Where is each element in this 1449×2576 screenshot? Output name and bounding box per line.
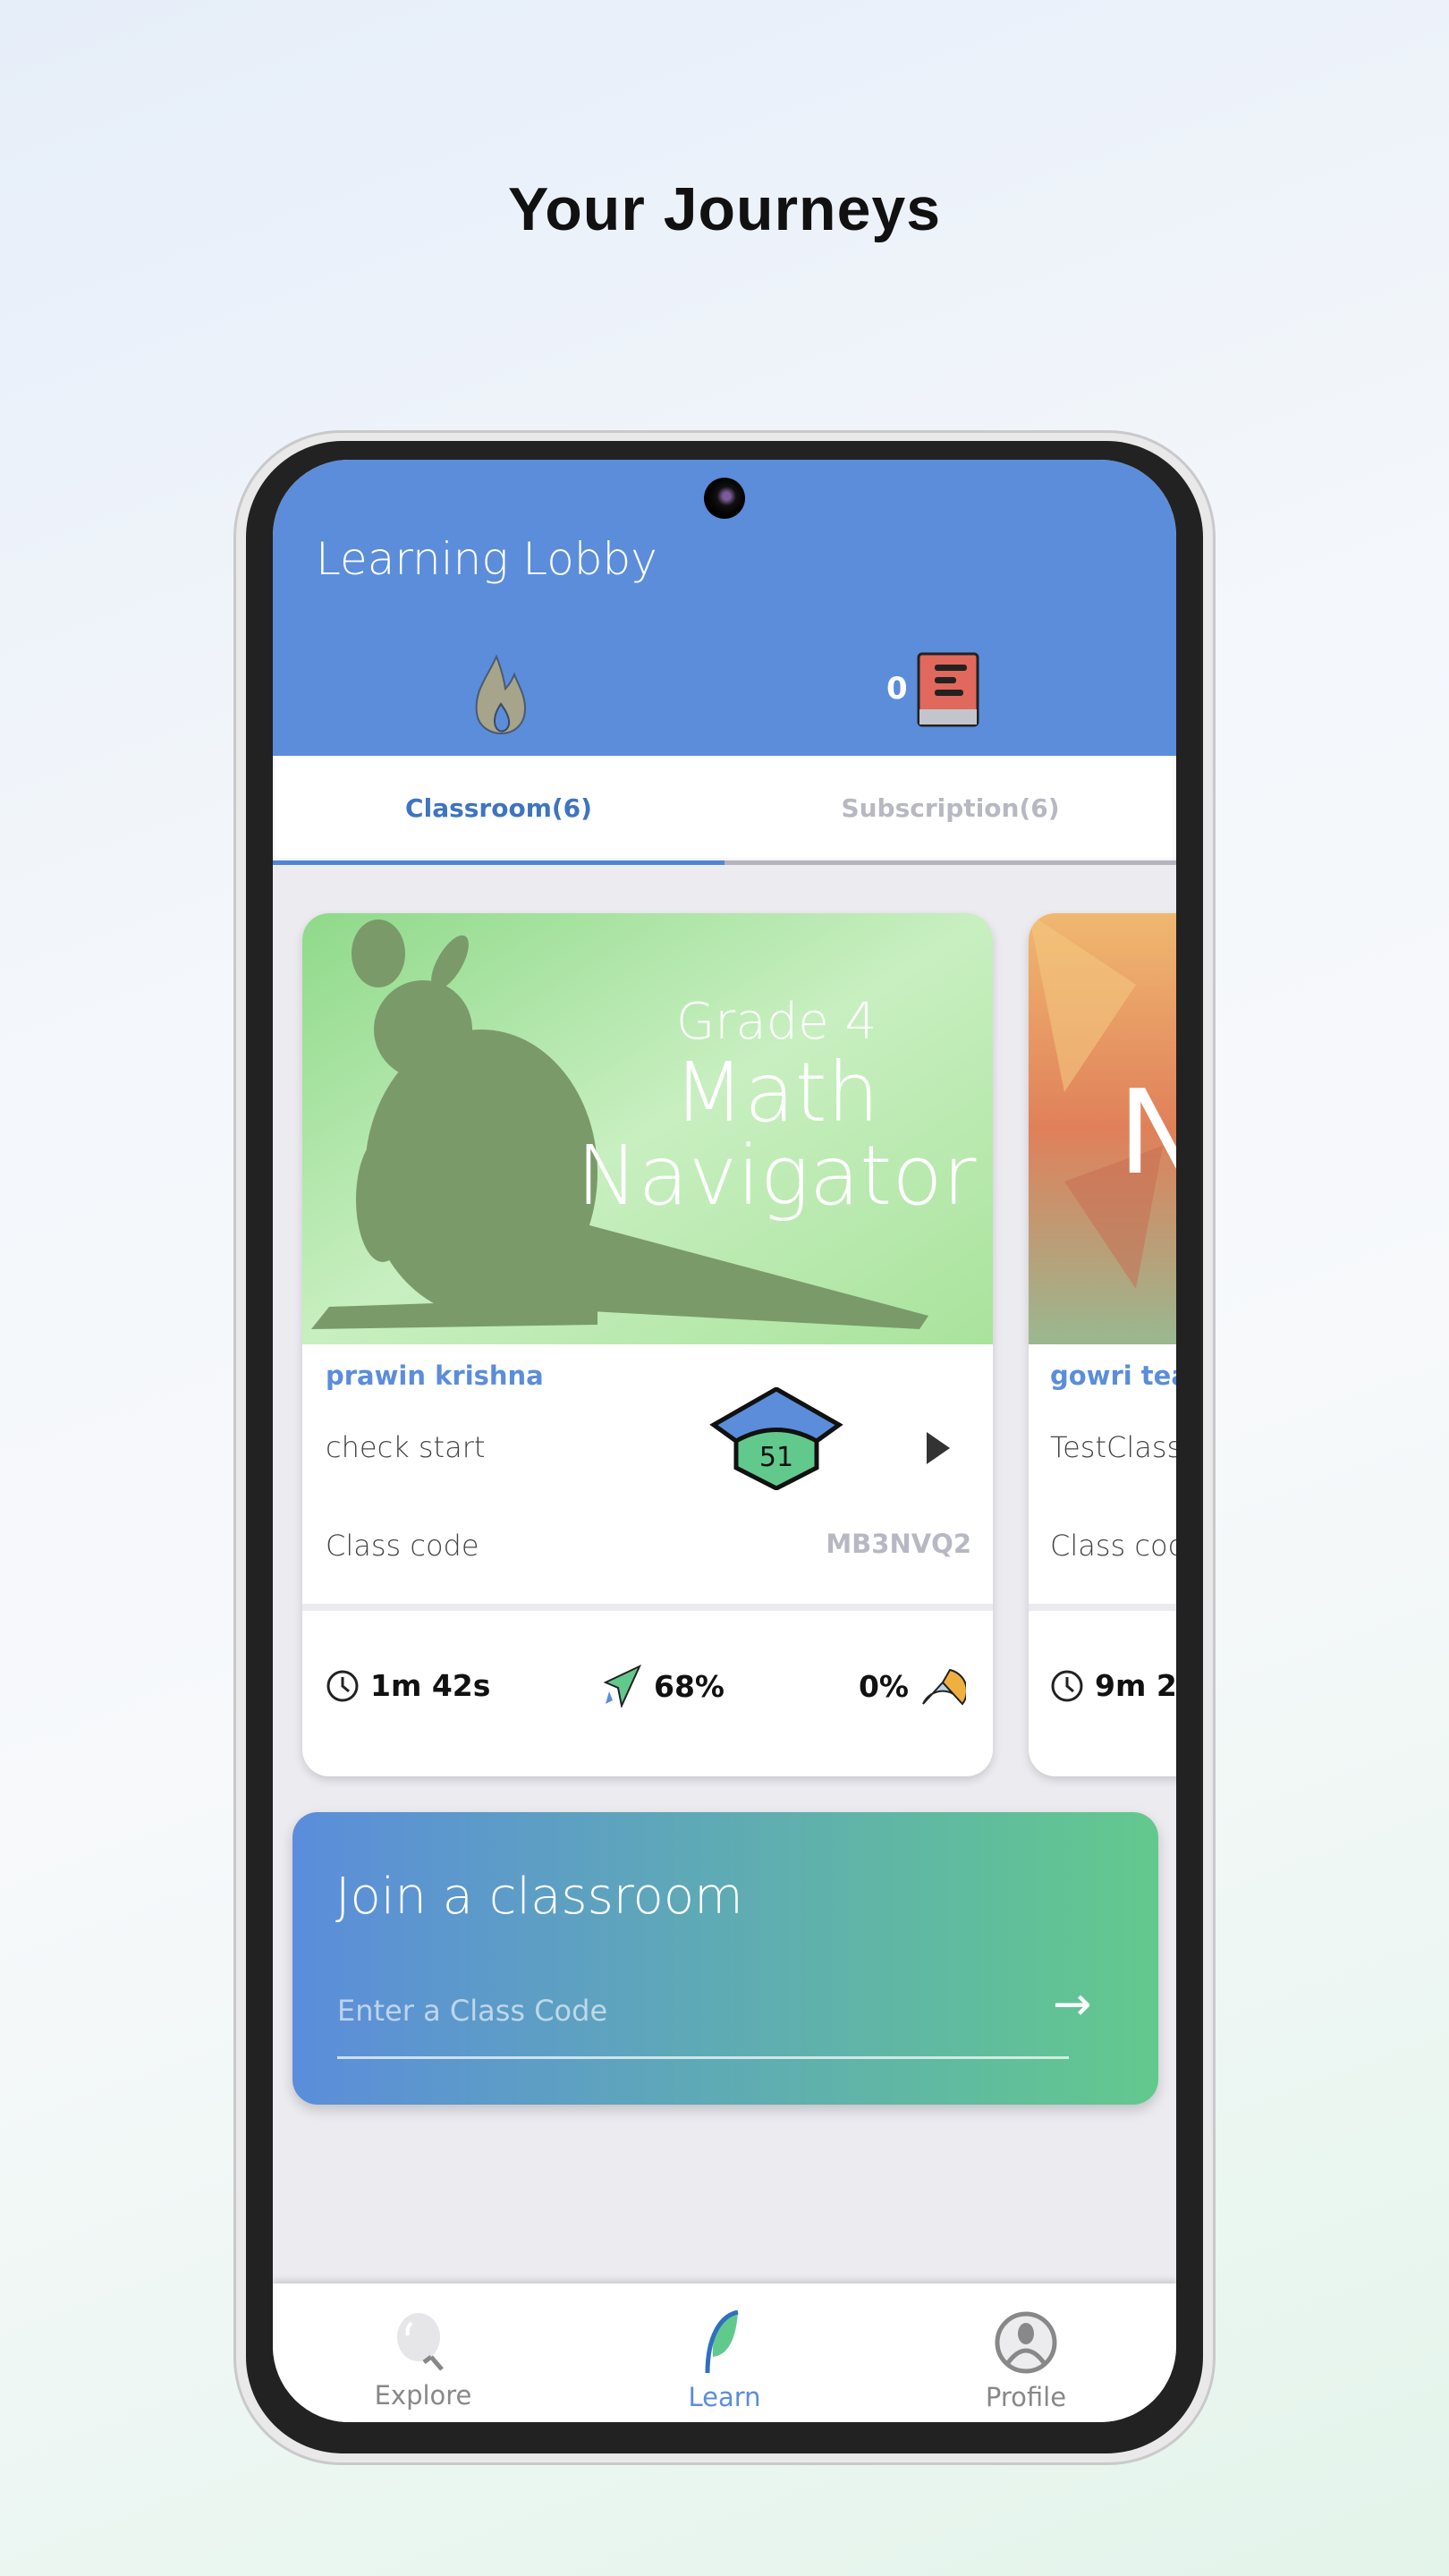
nav-profile[interactable]: Profile <box>876 2284 1176 2422</box>
cover-text-title: Navigator <box>577 1128 977 1224</box>
phone-screen: Learning Lobby 0 Classroom(6) Subscripti… <box>273 460 1176 2422</box>
tab-bar: Classroom(6) Subscription(6) <box>273 756 1176 865</box>
card-divider <box>1029 1604 1176 1611</box>
app-title: Learning Lobby <box>316 533 657 585</box>
score-stat: 0% <box>859 1665 966 1707</box>
class-cover-image: Grade 4 Math Navigator <box>302 913 993 1344</box>
cover-text-grade: Grade 4 <box>676 993 877 1051</box>
level-badge-icon: 51 <box>709 1387 843 1490</box>
time-stat: 9m 25 <box>1050 1668 1176 1703</box>
progress-stat: 68% <box>602 1665 724 1707</box>
nav-learn[interactable]: Learn <box>574 2284 875 2422</box>
clock-icon <box>1051 1670 1083 1701</box>
submit-arrow-icon[interactable]: → <box>1053 1978 1092 2031</box>
nav-label: Explore <box>374 2380 472 2411</box>
paper-plane-icon <box>603 1665 642 1707</box>
profile-icon <box>995 2311 1057 2374</box>
class-code: MB3NVQ2 <box>826 1529 971 1559</box>
clock-icon <box>326 1670 359 1701</box>
nav-explore[interactable]: Explore <box>273 2284 573 2422</box>
bottom-nav: Explore Learn Profile <box>273 2284 1176 2422</box>
nav-label: Profile <box>985 2382 1067 2412</box>
join-classroom-panel: Join a classroom → <box>292 1812 1158 2105</box>
join-title: Join a classroom <box>335 1868 743 1926</box>
cover-text: N <box>1118 1064 1176 1200</box>
page-headline: Your Journeys <box>507 175 942 243</box>
app-header: Learning Lobby 0 <box>273 460 1176 756</box>
teacher-name: prawin krishna <box>326 1360 544 1391</box>
progress-value: 68% <box>654 1668 724 1704</box>
active-tab-indicator <box>273 860 724 865</box>
time-stat: 1m 42s <box>326 1668 490 1703</box>
time-value: 9m 25 <box>1095 1668 1176 1703</box>
class-card[interactable]: N gowri tea TestClass Class cod 9m 25 <box>1029 913 1176 1776</box>
play-icon[interactable] <box>927 1432 950 1464</box>
nav-label: Learn <box>688 2382 761 2412</box>
level-number: 51 <box>759 1442 793 1473</box>
class-code-input[interactable] <box>337 1991 1071 2030</box>
class-code-label: Class code <box>326 1529 479 1563</box>
book-icon[interactable] <box>917 652 979 727</box>
class-name: TestClass <box>1050 1430 1176 1464</box>
score-value: 0% <box>858 1668 909 1704</box>
tab-classroom[interactable]: Classroom(6) <box>273 756 724 860</box>
class-cover-image: N <box>1029 913 1176 1344</box>
search-icon <box>397 2313 444 2371</box>
class-card[interactable]: Grade 4 Math Navigator prawin krishna ch… <box>302 913 993 1776</box>
time-value: 1m 42s <box>370 1668 491 1703</box>
class-name: check start <box>326 1430 486 1464</box>
coin-count: 0 <box>886 671 908 707</box>
class-code-label: Class cod <box>1050 1529 1176 1563</box>
input-underline <box>337 2056 1069 2059</box>
leaf-icon <box>705 2310 739 2374</box>
gauge-icon <box>922 1668 966 1706</box>
teacher-name: gowri tea <box>1050 1360 1176 1391</box>
card-divider <box>302 1604 993 1611</box>
tab-subscription[interactable]: Subscription(6) <box>724 756 1176 860</box>
streak-flame-icon[interactable] <box>470 655 532 735</box>
cover-text-subject: Math <box>674 1045 879 1140</box>
camera-icon <box>704 478 745 519</box>
